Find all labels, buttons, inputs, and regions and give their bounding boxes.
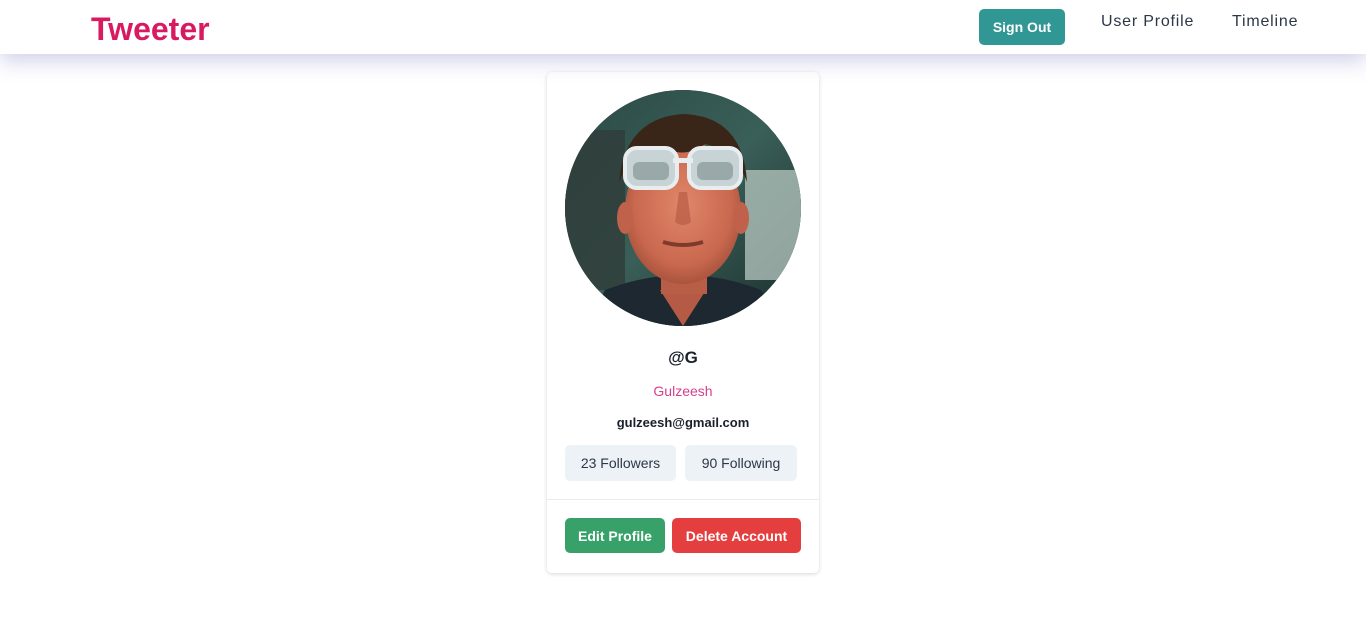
user-handle: @G	[668, 348, 698, 367]
navbar: Tweeter Sign Out User Profile Timeline	[0, 0, 1366, 54]
profile-card: @G Gulzeesh gulzeesh@gmail.com 23 Follow…	[547, 72, 819, 573]
nav-link-timeline[interactable]: Timeline	[1232, 13, 1298, 31]
delete-account-button[interactable]: Delete Account	[672, 518, 801, 553]
avatar-photo-icon	[565, 90, 801, 326]
nav-link-user-profile[interactable]: User Profile	[1101, 13, 1194, 31]
card-divider	[547, 499, 819, 500]
user-email: gulzeesh@gmail.com	[616, 415, 750, 430]
edit-profile-button[interactable]: Edit Profile	[565, 518, 665, 553]
avatar	[565, 90, 801, 326]
sign-out-button[interactable]: Sign Out	[979, 9, 1065, 45]
following-badge: 90 Following	[685, 445, 797, 481]
user-name: Gulzeesh	[653, 383, 713, 399]
followers-badge: 23 Followers	[565, 445, 676, 481]
brand-logo[interactable]: Tweeter	[91, 10, 210, 48]
